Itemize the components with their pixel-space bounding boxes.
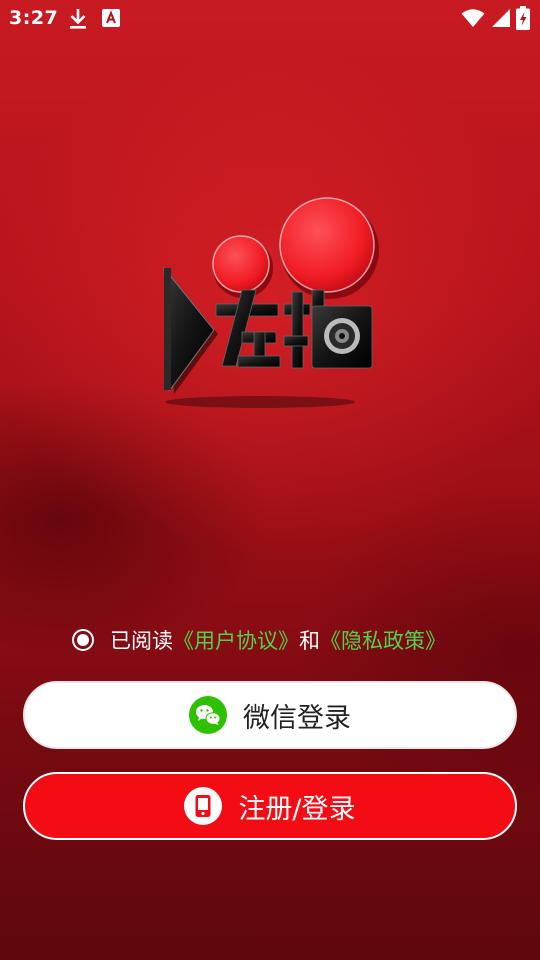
- radio-checked-dot: [77, 634, 89, 646]
- agreement-row: 已阅读 《用户协议》 和 《隐私政策》: [72, 624, 446, 656]
- wechat-icon: [189, 696, 227, 734]
- battery-charging-icon: [516, 6, 530, 30]
- signal-icon: [492, 9, 510, 27]
- register-login-label: 注册/登录: [238, 793, 356, 825]
- agreement-prefix: 已阅读: [110, 629, 173, 653]
- app-a-icon: [102, 9, 120, 27]
- wifi-icon: [461, 9, 485, 27]
- wechat-login-button[interactable]: 微信登录: [23, 681, 517, 749]
- register-login-button[interactable]: 注册/登录: [23, 772, 517, 840]
- status-bar: 3:27: [0, 0, 540, 36]
- download-icon: [70, 9, 86, 29]
- phone-icon: [184, 787, 223, 825]
- agreement-radio[interactable]: [72, 629, 94, 651]
- user-agreement-link[interactable]: 《用户协议》: [173, 625, 299, 655]
- login-screen: 3:27 已阅读 《用户协议》 和 《隐私政策》 微信登录 注册/登录: [0, 0, 540, 960]
- status-time: 3:27: [9, 7, 59, 29]
- agreement-conjunction: 和: [299, 629, 320, 653]
- wechat-login-label: 微信登录: [243, 702, 351, 734]
- left-pai-logo: [163, 197, 379, 408]
- privacy-policy-link[interactable]: 《隐私政策》: [320, 625, 446, 655]
